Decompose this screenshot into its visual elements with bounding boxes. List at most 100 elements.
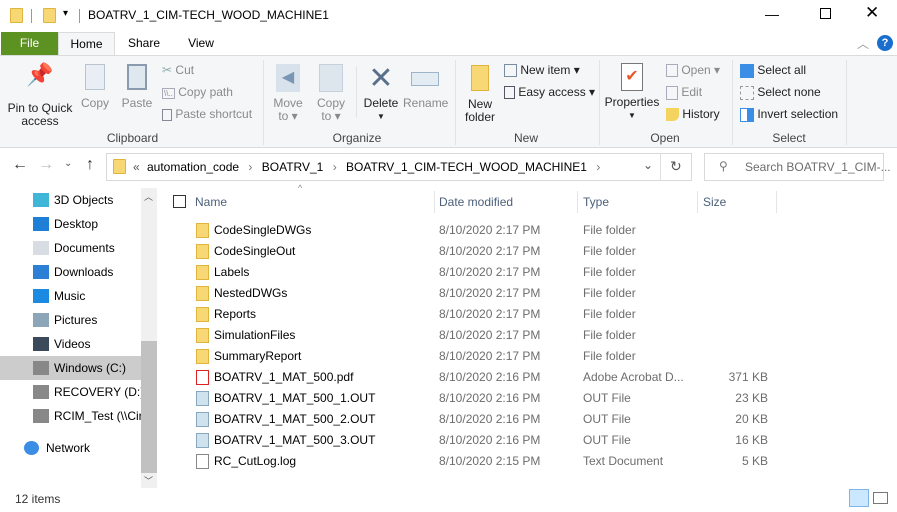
rename-button[interactable]: Rename [403,64,448,110]
scrollbar-thumb[interactable] [141,341,157,473]
nav-item[interactable]: RECOVERY (D:) [0,380,141,404]
file-date: 8/10/2020 2:17 PM [439,349,541,363]
select-all-button[interactable]: Select all [740,63,806,78]
tab-file[interactable]: File [1,32,58,56]
cut-button[interactable]: ✂ Cut [162,63,194,77]
window-title: BOATRV_1_CIM-TECH_WOOD_MACHINE1 [88,8,329,22]
details-view-button[interactable] [849,489,869,507]
file-row[interactable]: BOATRV_1_MAT_500_2.OUT 8/10/2020 2:16 PM… [168,409,778,430]
nav-item[interactable]: Music [0,284,141,308]
column-header-name[interactable]: Name [195,191,227,213]
nav-scrollbar[interactable]: ︿ ﹀ [141,188,157,488]
copy-to-button[interactable]: Copy to ▾ [313,64,349,123]
breadcrumb-item[interactable]: BOATRV_1_CIM-TECH_WOOD_MACHINE1 [346,160,587,174]
file-size: 23 KB [735,391,768,405]
edit-button[interactable]: Edit [666,85,702,100]
file-date: 8/10/2020 2:17 PM [439,265,541,279]
address-dropdown-icon[interactable]: ⌄ [643,158,653,172]
tab-share[interactable]: Share [118,32,170,56]
forward-button[interactable]: → [38,156,54,174]
easy-access-button[interactable]: Easy access ▾ [504,85,595,100]
text-file-icon [196,454,209,469]
column-header-type[interactable]: Type [583,191,609,213]
ribbon-home: 📌 Pin to Quick access Copy Paste ✂ Cut \\… [0,55,897,148]
copy-path-button[interactable]: \\.. Copy path [162,85,233,99]
breadcrumb-overflow[interactable]: « [133,160,140,174]
file-row[interactable]: BOATRV_1_MAT_500.pdf 8/10/2020 2:16 PM A… [168,367,778,388]
help-icon[interactable]: ? [877,35,893,51]
paste-shortcut-button[interactable]: Paste shortcut [162,107,252,121]
item-count: 12 items [15,492,61,506]
tab-view[interactable]: View [177,32,225,56]
refresh-icon[interactable]: ↻ [670,158,682,175]
search-icon: ⚲ [719,159,728,173]
file-row[interactable]: Labels 8/10/2020 2:17 PM File folder [168,262,778,283]
pin-icon: 📌 [26,62,54,87]
select-all-checkbox[interactable] [173,195,186,208]
collapse-ribbon-icon[interactable]: ︿ [857,35,869,52]
delete-button[interactable]: ✕ Delete ▼ [362,61,400,123]
search-box[interactable]: ⚲ Search BOATRV_1_CIM-... [704,153,891,181]
downloads-icon [33,265,49,279]
drive-c-icon [33,361,49,375]
file-row[interactable]: CodeSingleDWGs 8/10/2020 2:17 PM File fo… [168,220,778,241]
file-row[interactable]: SummaryReport 8/10/2020 2:17 PM File fol… [168,346,778,367]
nav-item[interactable]: Documents [0,236,141,260]
folder-icon [196,286,209,301]
scroll-up-arrow[interactable]: ︿ [144,190,153,203]
file-row[interactable]: Reports 8/10/2020 2:17 PM File folder [168,304,778,325]
customize-toolbar-icon[interactable]: ▾ [63,8,68,19]
file-row[interactable]: NestedDWGs 8/10/2020 2:17 PM File folder [168,283,778,304]
nav-item[interactable]: 3D Objects [0,188,141,212]
breadcrumb-item[interactable]: automation_code [147,160,239,174]
file-row[interactable]: BOATRV_1_MAT_500_1.OUT 8/10/2020 2:16 PM… [168,388,778,409]
properties-button[interactable]: ✔ Properties ▼ [604,63,660,122]
copy-to-icon [319,64,343,92]
minimize-button[interactable]: — [765,6,779,22]
file-row[interactable]: RC_CutLog.log 8/10/2020 2:15 PM Text Doc… [168,451,778,472]
tab-home[interactable]: Home [58,32,115,57]
copy-button[interactable]: Copy [78,64,112,110]
quick-access-folder-icon[interactable] [43,8,56,23]
recent-locations-button[interactable]: ⌄ [64,158,72,169]
new-folder-button[interactable]: New folder [460,65,500,124]
invert-selection-button[interactable]: Invert selection [740,107,838,122]
up-button[interactable]: ↑ [86,156,94,174]
search-input[interactable]: Search BOATRV_1_CIM-... [745,160,891,174]
large-icons-view-button[interactable] [873,492,888,504]
column-header-size[interactable]: Size [703,191,726,213]
nav-item-network[interactable]: Network [0,436,141,460]
address-bar[interactable]: « automation_code › BOATRV_1 › BOATRV_1_… [106,153,692,181]
back-button[interactable]: ← [12,156,28,174]
nav-item[interactable]: Downloads [0,260,141,284]
file-name: NestedDWGs [214,286,288,300]
folder-icon [196,307,209,322]
maximize-button[interactable] [820,8,831,19]
nav-item[interactable]: RCIM_Test (\\Cir [0,404,141,428]
file-row[interactable]: SimulationFiles 8/10/2020 2:17 PM File f… [168,325,778,346]
close-button[interactable]: ✕ [865,3,879,23]
file-date: 8/10/2020 2:15 PM [439,454,541,468]
file-row[interactable]: BOATRV_1_MAT_500_3.OUT 8/10/2020 2:16 PM… [168,430,778,451]
open-button[interactable]: Open ▾ [666,63,720,78]
history-button[interactable]: History [666,107,720,122]
file-type: Text Document [583,454,664,468]
paste-button[interactable]: Paste [120,64,154,110]
new-item-button[interactable]: New item ▾ [504,63,580,78]
scroll-down-arrow[interactable]: ﹀ [144,474,153,487]
new-group-label: New [513,131,538,145]
pin-to-quick-access-button[interactable]: 📌 Pin to Quick access [5,62,75,128]
move-to-button[interactable]: ◀ Move to ▾ [270,64,306,123]
nav-item[interactable]: Windows (C:) [0,356,141,380]
file-name: SimulationFiles [214,328,296,342]
column-header-date[interactable]: Date modified [439,191,513,213]
nav-item[interactable]: Pictures [0,308,141,332]
chevron-right-icon: › [596,160,601,174]
breadcrumb-item[interactable]: BOATRV_1 [262,160,324,174]
file-size: 16 KB [735,433,768,447]
nav-item[interactable]: Videos [0,332,141,356]
file-row[interactable]: CodeSingleOut 8/10/2020 2:17 PM File fol… [168,241,778,262]
nav-item[interactable]: Desktop [0,212,141,236]
clipboard-group-label: Clipboard [106,131,159,145]
select-none-button[interactable]: Select none [740,85,821,100]
